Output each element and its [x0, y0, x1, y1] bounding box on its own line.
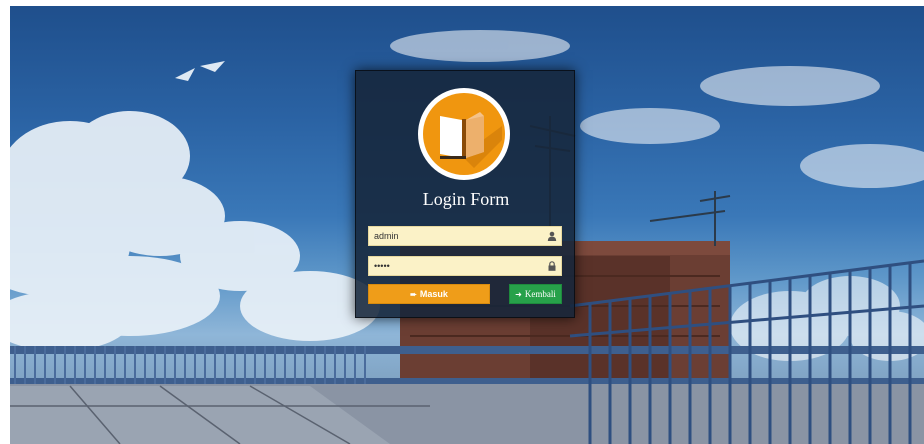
user-icon: [547, 231, 557, 241]
book-icon: [418, 88, 510, 180]
login-button-label: Masuk: [419, 289, 448, 299]
form-title: Login Form: [422, 189, 510, 209]
back-button-label: Kembali: [524, 289, 556, 299]
login-page: Login Form ➨ Masuk ➜ Kembali: [0, 0, 924, 444]
back-button[interactable]: ➜ Kembali: [509, 284, 562, 304]
left-border: [0, 0, 10, 444]
sign-out-icon: ➜: [515, 289, 522, 299]
password-field[interactable]: [368, 256, 562, 276]
username-field[interactable]: [368, 226, 562, 246]
login-form-card: Login Form ➨ Masuk ➜ Kembali: [355, 70, 575, 318]
login-button[interactable]: ➨ Masuk: [368, 284, 490, 304]
sign-in-icon: ➨: [410, 289, 417, 299]
password-input[interactable]: [369, 257, 541, 275]
lock-icon: [548, 261, 556, 271]
username-input[interactable]: [369, 227, 541, 245]
